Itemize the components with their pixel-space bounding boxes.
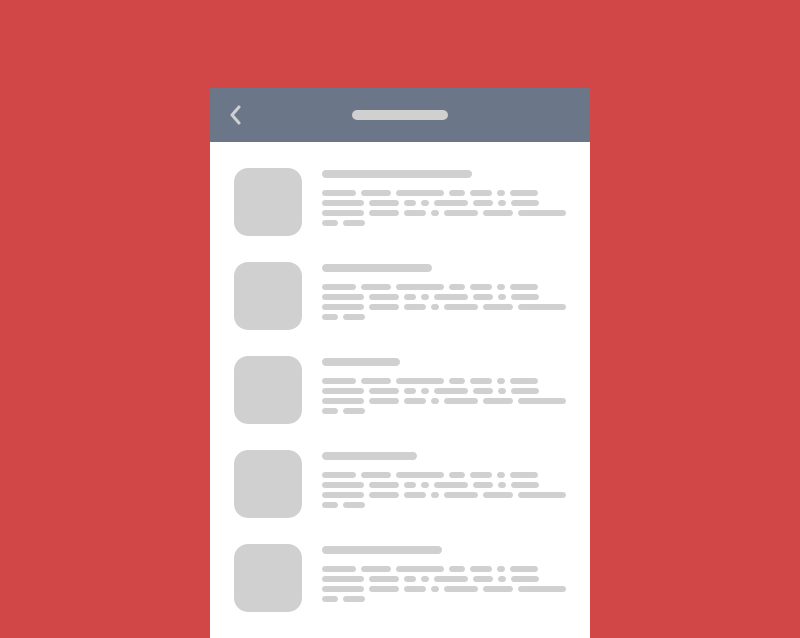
list-item[interactable]	[234, 450, 566, 518]
item-thumbnail	[234, 544, 302, 612]
item-title	[322, 170, 472, 178]
item-thumbnail	[234, 450, 302, 518]
header-bar	[210, 88, 590, 142]
item-body	[322, 356, 566, 424]
list-item[interactable]	[234, 168, 566, 236]
item-title	[322, 546, 442, 554]
item-body	[322, 450, 566, 518]
item-description	[322, 472, 566, 508]
item-description	[322, 378, 566, 414]
item-title	[322, 358, 400, 366]
item-title	[322, 452, 417, 460]
item-body	[322, 262, 566, 330]
back-button[interactable]	[230, 105, 242, 125]
list-item[interactable]	[234, 544, 566, 612]
item-title	[322, 264, 432, 272]
item-thumbnail	[234, 262, 302, 330]
item-description	[322, 566, 566, 602]
list-item[interactable]	[234, 262, 566, 330]
item-body	[322, 544, 566, 612]
item-description	[322, 284, 566, 320]
mobile-screen	[210, 88, 590, 638]
chevron-left-icon	[230, 105, 242, 125]
item-thumbnail	[234, 168, 302, 236]
list-item[interactable]	[234, 356, 566, 424]
list-content	[210, 142, 590, 612]
item-description	[322, 190, 566, 226]
item-thumbnail	[234, 356, 302, 424]
page-title	[352, 110, 448, 120]
item-body	[322, 168, 566, 236]
